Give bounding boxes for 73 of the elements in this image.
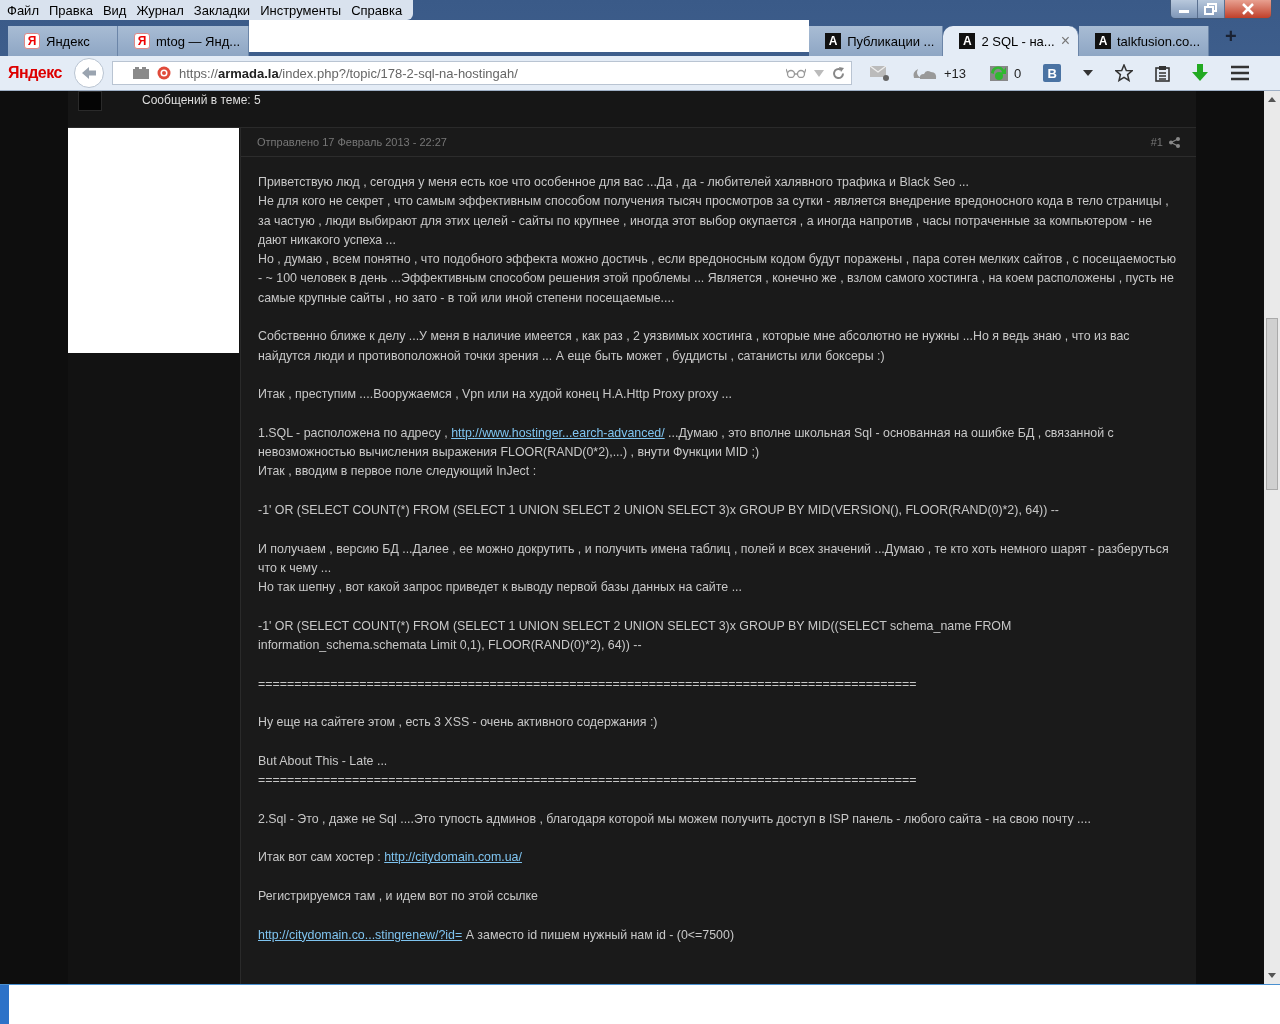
browser-tab[interactable]: A 2 SQL - на... × xyxy=(943,26,1079,56)
post-text: И получаем , версию БД ...Далее , ее можно докрутить , и получить имена таблиц , полей и всех значений ...Думаю , те кто хоть немного шарят - разберуться что к чему ... xyxy=(258,540,1170,577)
post-link[interactable]: http://citydomain.co...stingrenew/?id= xyxy=(258,927,463,942)
browser-tab[interactable]: A Публикации ... xyxy=(809,26,944,56)
sync-icon[interactable] xyxy=(988,65,1008,81)
site-icon: A xyxy=(959,33,976,49)
topic-stats: Сообщений в теме: 5 xyxy=(142,92,261,107)
menu-item[interactable]: Файл xyxy=(2,2,44,18)
site-icon: Я xyxy=(134,33,150,49)
post-link[interactable]: http://citydomain.com.ua/ xyxy=(384,850,522,865)
post-text: Регистрируемся там , и идем вот по этой ссылке xyxy=(258,888,539,905)
browser-logo[interactable]: Яндекс xyxy=(8,64,62,82)
post-text: =========================================================================================== xyxy=(258,772,918,790)
scroll-up-icon[interactable] xyxy=(1268,97,1276,102)
back-button[interactable] xyxy=(73,58,104,88)
weather-temperature: +13 xyxy=(943,65,966,81)
site-icon: A xyxy=(825,33,842,49)
post-text: Но так шепну , вот какой запрос приведет к выводу первой базы данных на сайте ... xyxy=(258,579,743,597)
browser-tab[interactable]: A talkfusion.co... xyxy=(1078,26,1210,56)
post-date: Отправлено 17 Февраль 2013 - 22:27 xyxy=(257,136,448,148)
menu-item[interactable]: Правка xyxy=(43,2,98,18)
mail-icon[interactable] xyxy=(869,65,890,81)
menu-item[interactable]: Закладки xyxy=(188,2,256,18)
browser-tab[interactable]: Я mtog — Янд... xyxy=(118,26,250,56)
minimize-button[interactable] xyxy=(1171,0,1198,18)
address-field[interactable]: https://armada.la/index.php?/topic/178-2-sql-na-hostingah/ xyxy=(111,61,852,85)
close-icon xyxy=(1241,3,1255,15)
menu-icon[interactable] xyxy=(1230,65,1251,81)
site-icon: A xyxy=(1094,33,1111,49)
close-button[interactable] xyxy=(1225,0,1271,18)
post-text: But About This - Late ... xyxy=(258,752,389,770)
post-text: -1' OR (SELECT COUNT(*) FROM (SELECT 1 UNION SELECT 2 UNION SELECT 3)x GROUP BY MID(VERSION(), FLOOR(RAND(0)*2), 64)) -- xyxy=(258,502,1060,520)
reload-icon[interactable] xyxy=(831,66,845,80)
url-text: https://armada.la/index.php?/topic/178-2-sql-na-hostingah/ xyxy=(178,65,519,81)
social-button[interactable]: В xyxy=(1043,64,1062,82)
post-number-link[interactable]: #1 xyxy=(1150,136,1163,148)
menu-item[interactable]: Вид xyxy=(97,2,132,18)
post-link[interactable]: http://www.hostinger...earch-advanced/ xyxy=(451,425,665,440)
glasses-icon[interactable] xyxy=(785,68,806,78)
menu-item[interactable]: Журнал xyxy=(131,2,189,18)
post-text: Приветствую люд , сегодня у меня есть кое что особенное для вас ...Да , да - любителей халявного трафика и Black Seo ... xyxy=(258,174,970,191)
site-icon xyxy=(156,66,171,80)
post-text: -1' OR (SELECT COUNT(*) FROM (SELECT 1 UNION SELECT 2 UNION SELECT 3)x GROUP BY MID((SELECT schema_name FROM information_schema.schemata Limit 0,1), FLOOR(RAND(0)*2), 64)) -- xyxy=(258,617,1013,655)
counter: 0 xyxy=(1014,65,1022,81)
maximize-button[interactable] xyxy=(1198,0,1225,18)
star-icon[interactable] xyxy=(1115,64,1134,82)
bookmarks-icon[interactable] xyxy=(132,67,149,79)
menu-item[interactable]: Инструменты xyxy=(255,2,347,18)
menu-item[interactable]: Справка xyxy=(346,2,408,18)
post-text: Но , думаю , всем понятно , что подобного эффекта можно достичь , если вредоносным кодом будут поражены , пара сотен мелких сайтов , с посещаемостью - ~ 100 человек в день ...Эффективным способом решения этой проблемы ... Является , конечно же , взлом самого хостинга , на коем расположены , пусть не самые крупные сайты , но зато - в той или иной степени посещаемые.... xyxy=(258,251,1177,307)
clipboard-icon[interactable] xyxy=(1155,64,1171,82)
post-text: Не для кого не секрет , что самым эффективным способом получения тысяч просмотров за сутки - является внедрение вредоносного кода в тело страницы , за частую , люди выбирают для этих целей - сайты по крупнее , иногда этот выбор окупается , а иногда напротив , часы потраченные за компьютером - не дают никакого успеха ... xyxy=(258,193,1170,249)
post-text: Ну еще на сайтеге этом , есть 3 XSS - очень активного содержания :) xyxy=(258,714,659,732)
post-text: 2.Sql - Это , даже не Sql ....Это тупость админов , благодаря которой мы можем получить доступ в ISP панель - любого сайта - на свою почту .... xyxy=(258,810,1092,828)
close-icon[interactable]: × xyxy=(1060,32,1070,50)
restore-icon xyxy=(1204,3,1218,15)
post-text: Собственно ближе к делу ...У меня в наличие имеется , как раз , 2 уязвимых хостинга , которые мне абсолютно не нужны ...Но я ведь знаю , что из вас найдутся люди и противоположной точки зрения ... А еще быть может , буддисты , сатанисты или боксеры :) xyxy=(258,328,1131,365)
scroll-thumb[interactable] xyxy=(1266,318,1278,490)
post-text: Итак , преступим ....Вооружаемся , Vpn или на худой конец H.A.Http Proxy proxy ... xyxy=(258,386,733,404)
post-text: http://citydomain.co...stingrenew/?id= А заместо id пишем нужный нам id - (0<=7500) xyxy=(258,926,736,944)
post-text: =========================================================================================== xyxy=(258,675,918,693)
dropdown-icon[interactable] xyxy=(1083,70,1094,76)
scroll-down-icon[interactable] xyxy=(1268,973,1276,978)
share-icon[interactable] xyxy=(1169,136,1180,148)
avatar xyxy=(78,91,102,111)
post-text: 1.SQL - расположена по адресу , http://www.hostinger...earch-advanced/ ...Думаю , это вполне школьная Sql - основанная на ошибке БД , связанной с невозможностью вычисления выражения FLOOR(RAND(0*2),...) , внути Функции MID ;) xyxy=(258,424,1115,462)
post-text: Итак , вводим в первое поле следующий InJect : xyxy=(258,463,538,481)
scrollbar[interactable] xyxy=(1264,91,1280,984)
site-icon: Я xyxy=(24,33,40,49)
browser-tab[interactable]: Я Яндекс xyxy=(8,26,118,56)
download-icon[interactable] xyxy=(1192,64,1209,82)
back-arrow-icon xyxy=(80,66,97,80)
post-text: Итак вот сам хостер : http://citydomain.com.ua/ xyxy=(258,849,523,867)
